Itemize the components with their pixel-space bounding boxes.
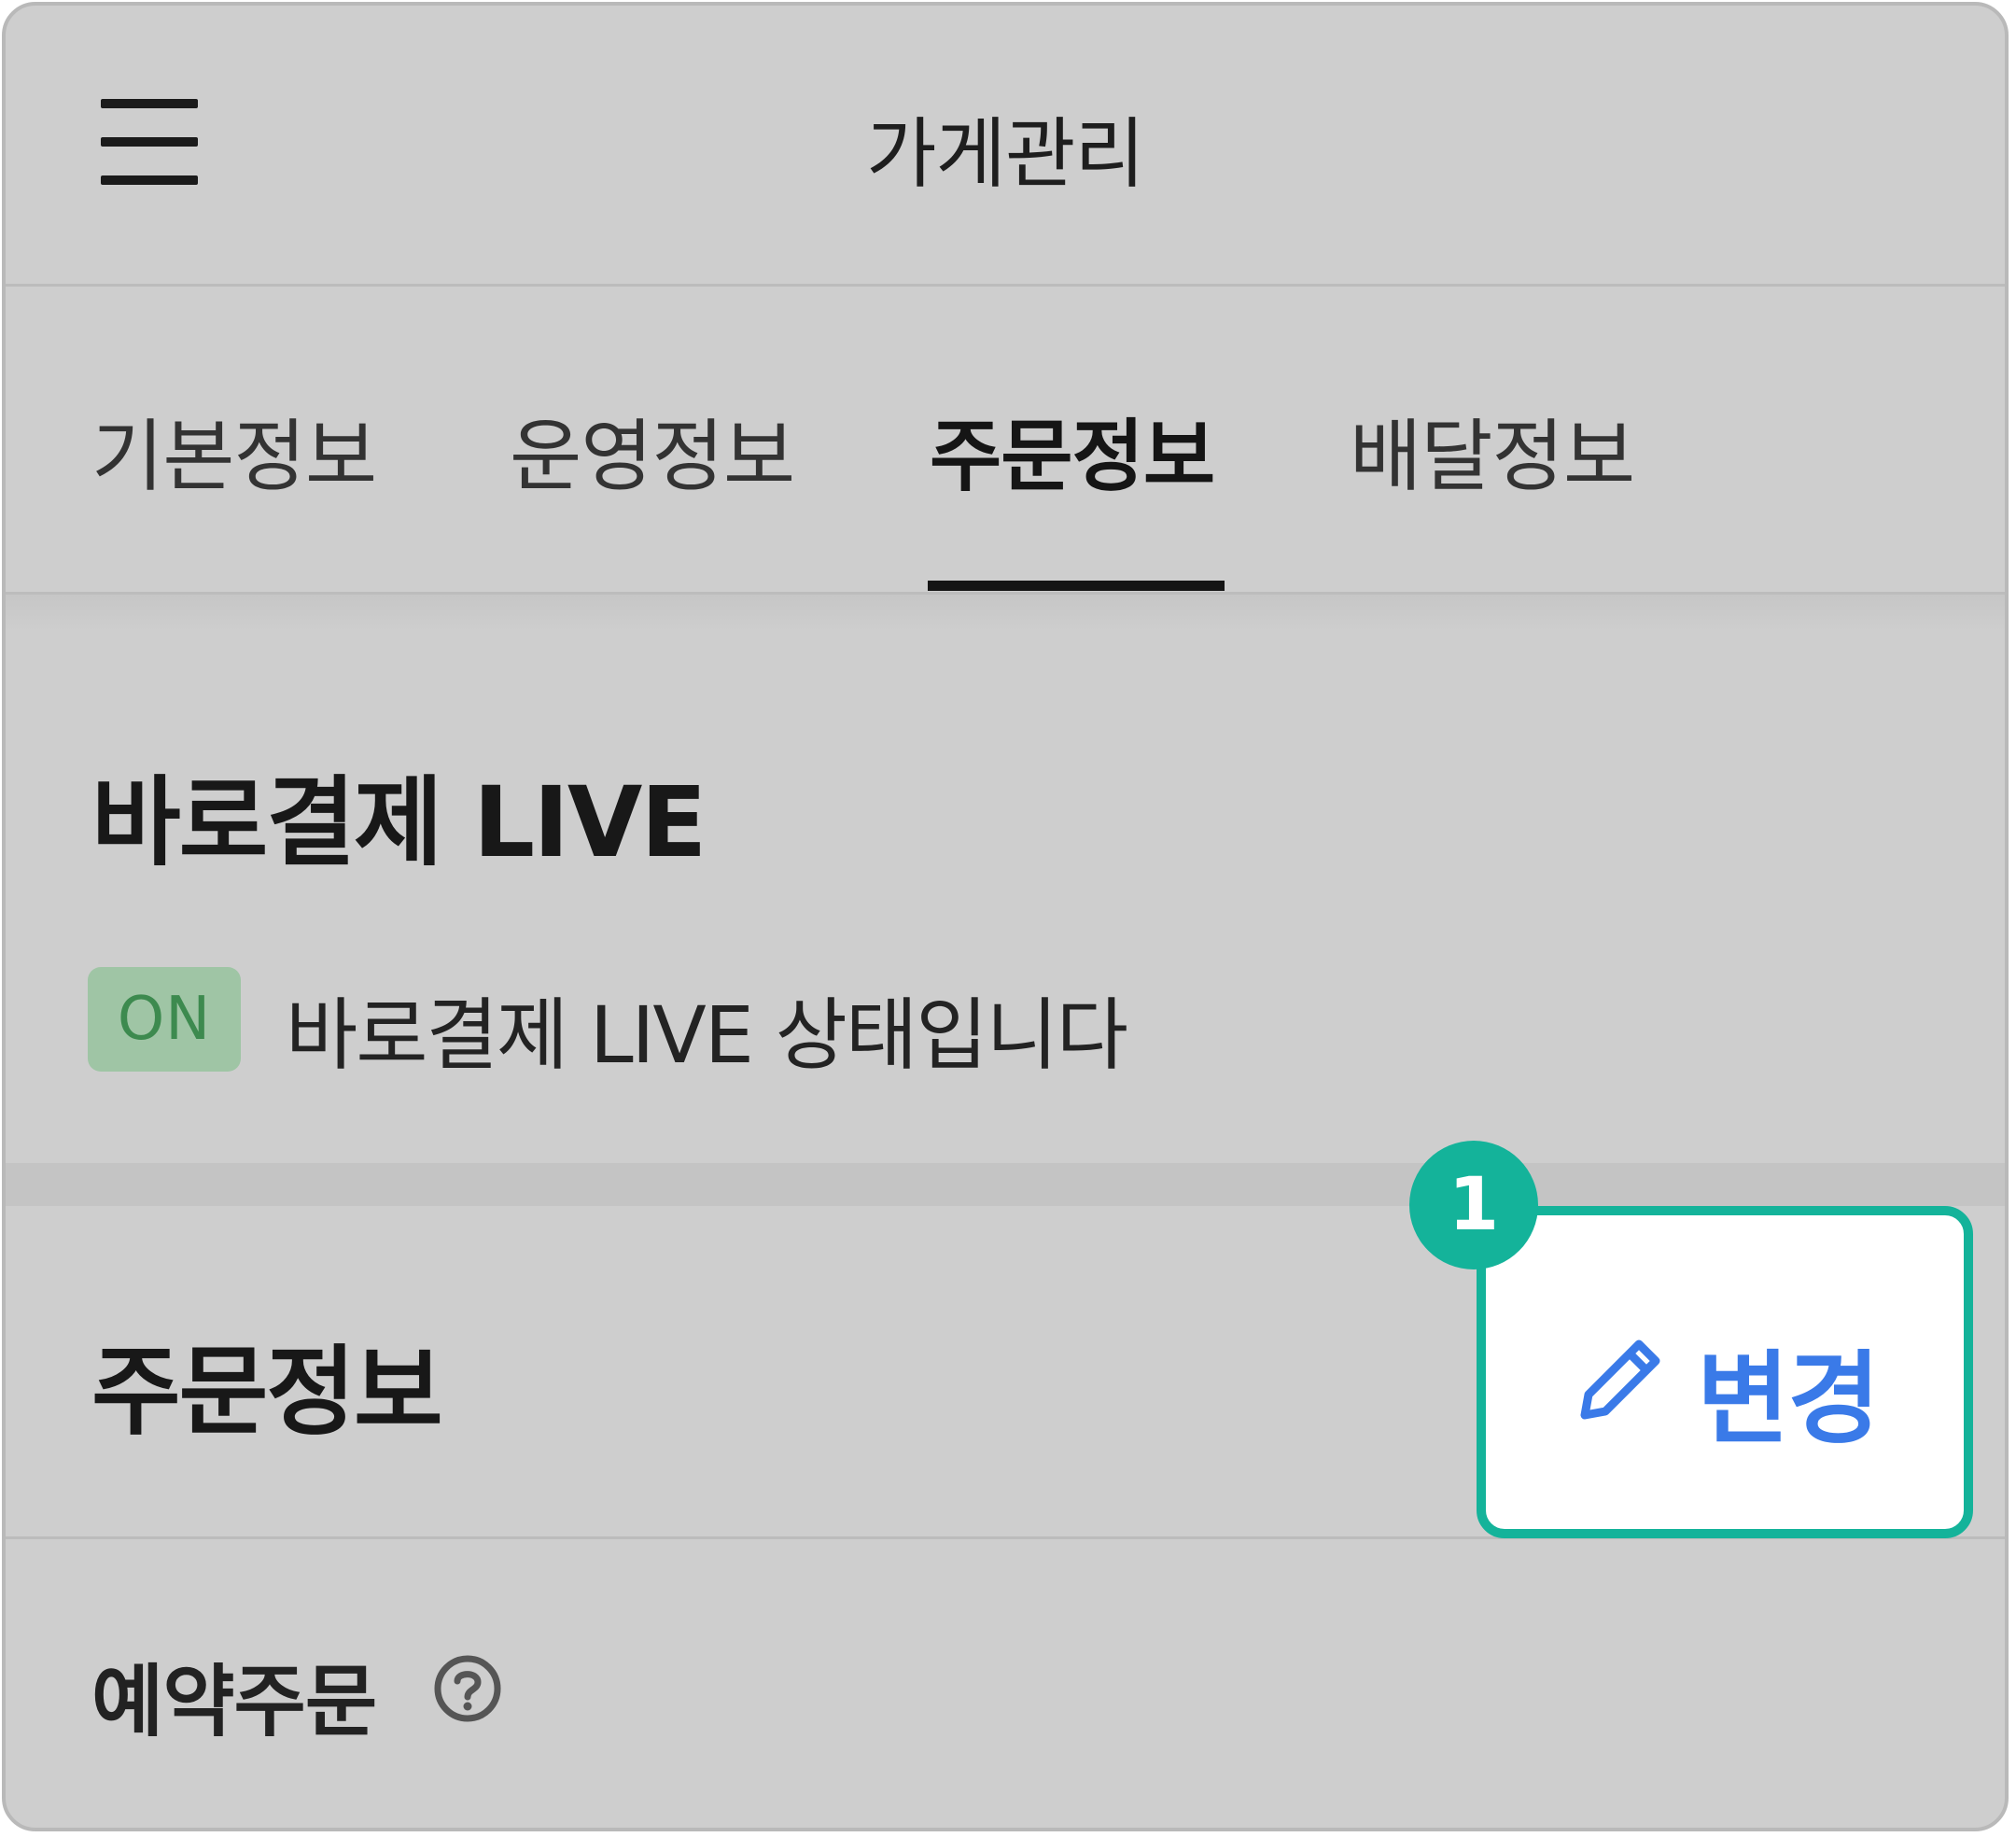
active-tab-indicator [928, 581, 1225, 591]
live-section-title: 바로결제 LIVE [91, 765, 707, 879]
tab-delivery-info[interactable]: 배달정보 [1350, 394, 1635, 507]
tab-bar: 기본정보 운영정보 주문정보 배달정보 [6, 284, 2005, 595]
live-status-text: 바로결제 LIVE 상태입니다 [286, 989, 1128, 1081]
app-frame: 가게관리 기본정보 운영정보 주문정보 배달정보 바로결제 LIVE ON 바로… [2, 2, 2009, 1831]
page-title: 가게관리 [866, 110, 1145, 199]
step-number-badge: 1 [1409, 1141, 1538, 1269]
status-badge: ON [88, 967, 241, 1072]
tab-order-info[interactable]: 주문정보 [930, 394, 1215, 507]
reserve-order-label: 예약주문 [91, 1656, 377, 1747]
question-circle-icon[interactable] [433, 1654, 502, 1723]
tab-basic-info[interactable]: 기본정보 [91, 394, 377, 507]
pencil-icon [1572, 1331, 1669, 1428]
change-button-label: 변경 [1697, 1341, 1881, 1458]
order-section-title: 주문정보 [91, 1335, 443, 1449]
section-divider [6, 595, 2005, 632]
section-divider [6, 1163, 2005, 1206]
change-order-info-button[interactable]: 변경 [1477, 1206, 1973, 1538]
top-app-bar: 가게관리 [6, 6, 2005, 287]
tab-operation-info[interactable]: 운영정보 [510, 394, 795, 507]
